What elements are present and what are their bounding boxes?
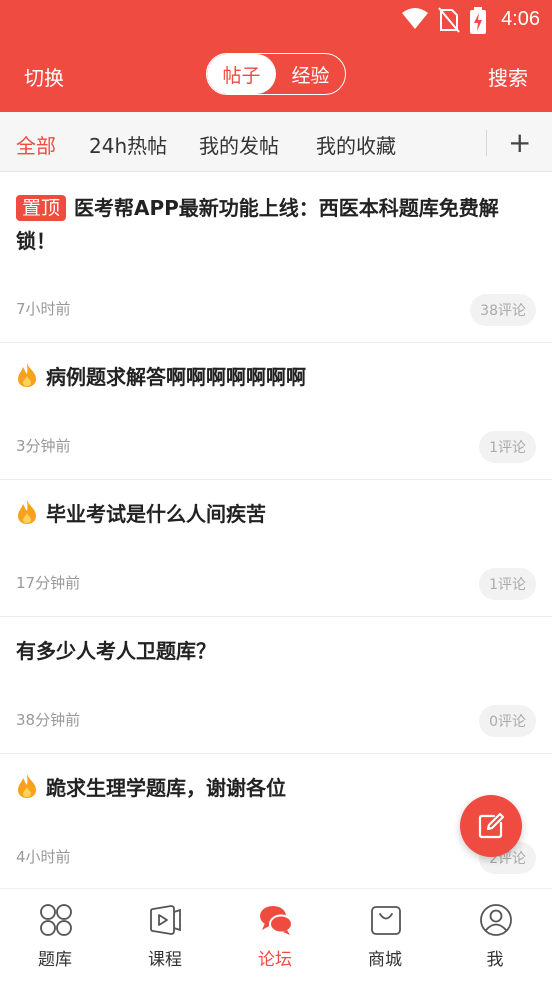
tab-all[interactable]: 全部	[16, 130, 56, 159]
post-item[interactable]: 毕业考试是什么人间疾苦 17分钟前 1评论	[0, 480, 552, 617]
post-title: 置顶 医考帮APP最新功能上线：西医本科题库免费解锁！	[16, 192, 538, 258]
chat-bubbles-icon	[260, 906, 293, 935]
post-title-text: 医考帮APP最新功能上线：西医本科题库免费解锁！	[16, 196, 499, 253]
post-title: 有多少人考人卫题库？	[16, 635, 538, 668]
segment-experience[interactable]: 经验	[276, 54, 345, 94]
flame-icon	[18, 774, 36, 798]
nav-label: 论坛	[258, 950, 292, 970]
no-sim-icon	[438, 7, 460, 33]
tab-divider	[486, 130, 487, 156]
battery-charging-icon	[470, 7, 486, 34]
compose-button[interactable]	[460, 795, 522, 857]
nav-store[interactable]: 商城	[330, 889, 440, 981]
wifi-icon	[402, 8, 428, 29]
compose-icon	[478, 812, 505, 839]
status-time: 4:06	[501, 8, 540, 30]
post-title: 跪求生理学题库，谢谢各位	[16, 772, 538, 805]
comment-count[interactable]: 1评论	[479, 431, 536, 463]
flame-icon	[18, 500, 36, 524]
content-type-toggle: 帖子 经验	[206, 53, 346, 95]
video-icon	[150, 905, 181, 935]
category-tabs: 全部 24h热帖 我的发帖 我的收藏 +	[0, 112, 552, 172]
comment-count[interactable]: 38评论	[470, 294, 536, 326]
post-time: 3分钟前	[16, 437, 71, 455]
comment-count[interactable]: 0评论	[479, 705, 536, 737]
status-bar: 4:06	[0, 0, 552, 40]
nav-label: 商城	[368, 950, 402, 970]
add-tab-button[interactable]: +	[508, 126, 531, 159]
tab-my-favorites[interactable]: 我的收藏	[316, 130, 396, 159]
pinned-badge: 置顶	[16, 195, 67, 221]
grid-icon	[40, 904, 72, 936]
tab-24h-hot[interactable]: 24h热帖	[89, 130, 167, 159]
nav-question-bank[interactable]: 题库	[0, 889, 110, 981]
post-title-text: 病例题求解答啊啊啊啊啊啊啊	[46, 365, 306, 389]
nav-label: 我	[486, 950, 504, 970]
app-header: 4:06 切换 帖子 经验 搜索	[0, 0, 552, 112]
segment-posts[interactable]: 帖子	[207, 54, 276, 94]
post-time: 7小时前	[16, 300, 71, 318]
nav-label: 题库	[38, 950, 72, 970]
post-title-text: 有多少人考人卫题库？	[16, 639, 216, 663]
nav-forum[interactable]: 论坛	[220, 889, 330, 981]
nav-label: 课程	[148, 950, 182, 970]
post-time: 38分钟前	[16, 711, 81, 729]
nav-courses[interactable]: 课程	[110, 889, 220, 981]
post-item[interactable]: 置顶 医考帮APP最新功能上线：西医本科题库免费解锁！ 7小时前 38评论	[0, 172, 552, 343]
nav-me[interactable]: 我	[440, 889, 550, 981]
post-item[interactable]: 病例题求解答啊啊啊啊啊啊啊 3分钟前 1评论	[0, 343, 552, 480]
post-title-text: 跪求生理学题库，谢谢各位	[46, 776, 286, 800]
post-title: 病例题求解答啊啊啊啊啊啊啊	[16, 361, 538, 394]
bottom-nav: 题库 课程 论坛 商城 我	[0, 888, 552, 981]
post-time: 17分钟前	[16, 574, 81, 592]
tab-my-posts[interactable]: 我的发帖	[199, 130, 279, 159]
post-title-text: 毕业考试是什么人间疾苦	[46, 502, 266, 526]
shopping-bag-icon	[371, 906, 401, 935]
switch-button[interactable]: 切换	[24, 62, 64, 91]
user-icon	[480, 904, 512, 936]
post-item[interactable]: 有多少人考人卫题库？ 38分钟前 0评论	[0, 617, 552, 754]
flame-icon	[18, 363, 36, 387]
post-time: 4小时前	[16, 848, 71, 866]
comment-count[interactable]: 1评论	[479, 568, 536, 600]
post-title: 毕业考试是什么人间疾苦	[16, 498, 538, 531]
search-button[interactable]: 搜索	[488, 62, 528, 91]
